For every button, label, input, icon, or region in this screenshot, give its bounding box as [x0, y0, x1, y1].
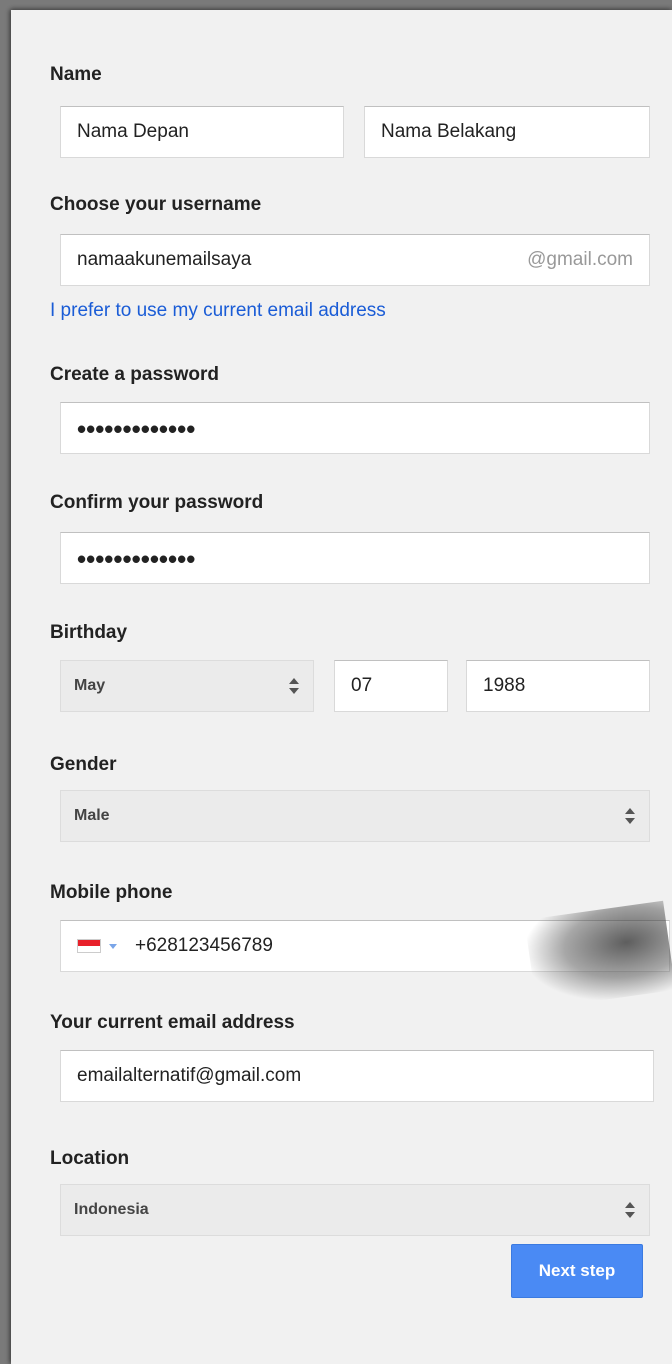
use-current-email-link[interactable]: I prefer to use my current email address — [50, 300, 386, 322]
first-name-value: Nama Depan — [77, 121, 189, 142]
country-code-dropdown[interactable] — [77, 939, 117, 953]
username-label: Choose your username — [50, 194, 262, 215]
gender-value: Male — [74, 807, 110, 824]
chevron-down-icon — [109, 943, 117, 949]
birthday-label: Birthday — [50, 622, 128, 643]
current-email-label: Your current email address — [50, 1012, 295, 1033]
gmail-suffix: @gmail.com — [527, 249, 633, 270]
birth-day-input[interactable]: 07 — [334, 660, 448, 712]
mobile-phone-value: +628123456789 — [135, 935, 273, 956]
location-value: Indonesia — [74, 1201, 149, 1218]
username-input[interactable]: namaakunemailsaya @gmail.com — [60, 234, 650, 286]
birth-month-value: May — [74, 677, 106, 694]
birth-year-input[interactable]: 1988 — [466, 660, 650, 712]
password-input[interactable]: ••••••••••••• — [60, 402, 650, 454]
updown-arrows-icon — [625, 808, 635, 824]
updown-arrows-icon — [289, 678, 299, 694]
next-step-button[interactable]: Next step — [511, 1244, 643, 1298]
gender-select[interactable]: Male — [60, 790, 650, 842]
current-email-input[interactable]: emailalternatif@gmail.com — [60, 1050, 654, 1102]
birth-year-value: 1988 — [483, 675, 526, 696]
username-value: namaakunemailsaya — [77, 249, 252, 270]
current-email-value: emailalternatif@gmail.com — [77, 1065, 302, 1086]
updown-arrows-icon — [625, 1202, 635, 1218]
password-mask: ••••••••••••• — [77, 414, 196, 444]
birth-day-value: 07 — [351, 675, 373, 696]
mobile-phone-input[interactable]: +628123456789 — [60, 920, 670, 972]
last-name-value: Nama Belakang — [381, 121, 517, 142]
password-label: Create a password — [50, 364, 219, 385]
mobile-phone-label: Mobile phone — [50, 882, 173, 903]
location-label: Location — [50, 1148, 130, 1169]
confirm-password-input[interactable]: ••••••••••••• — [60, 532, 650, 584]
last-name-input[interactable]: Nama Belakang — [364, 106, 650, 158]
first-name-input[interactable]: Nama Depan — [60, 106, 344, 158]
indonesia-flag-icon — [77, 939, 101, 953]
gender-label: Gender — [50, 754, 117, 775]
location-select[interactable]: Indonesia — [60, 1184, 650, 1236]
confirm-password-mask: ••••••••••••• — [77, 544, 196, 574]
name-label: Name — [50, 64, 102, 85]
confirm-password-label: Confirm your password — [50, 492, 264, 513]
birth-month-select[interactable]: May — [60, 660, 314, 712]
